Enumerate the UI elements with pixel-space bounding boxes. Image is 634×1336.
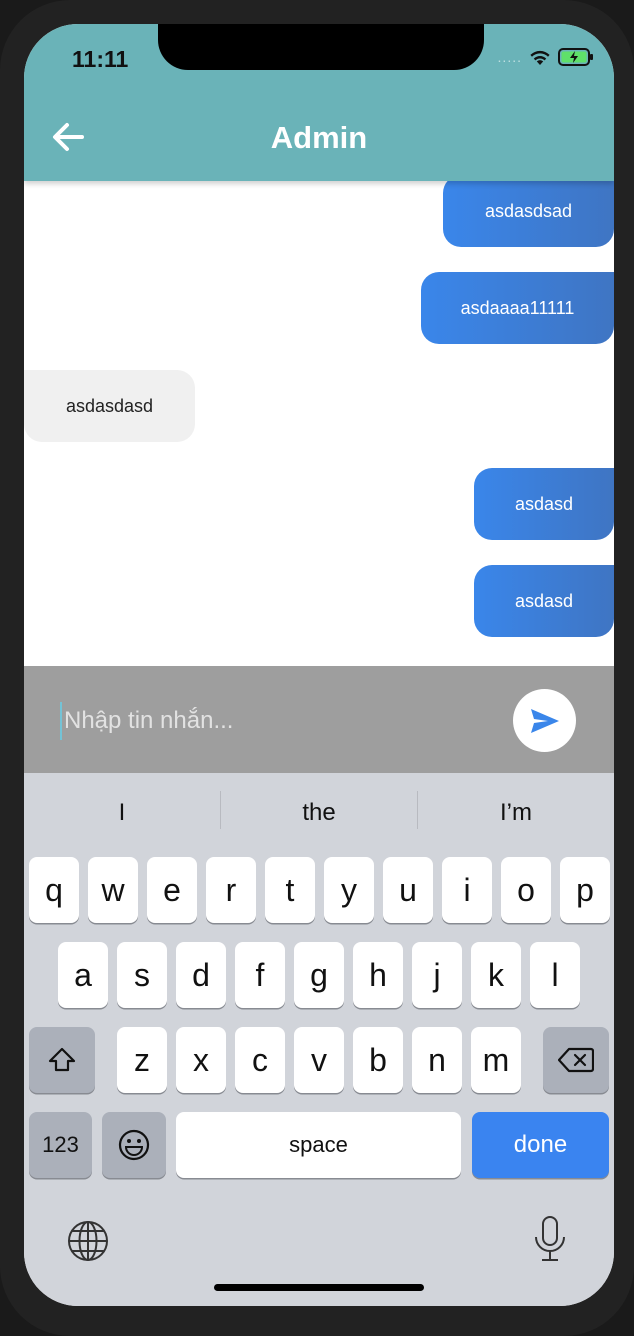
suggestion-item[interactable]: I	[24, 791, 220, 831]
key-j[interactable]: j	[412, 942, 462, 1008]
key-n[interactable]: n	[412, 1027, 462, 1093]
key-h[interactable]: h	[353, 942, 403, 1008]
wifi-icon	[530, 50, 550, 65]
globe-button[interactable]	[66, 1219, 110, 1268]
shift-key[interactable]	[29, 1027, 95, 1093]
key-l[interactable]: l	[530, 942, 580, 1008]
key-m[interactable]: m	[471, 1027, 521, 1093]
suggestion-item[interactable]: the	[221, 791, 417, 831]
key-a[interactable]: a	[58, 942, 108, 1008]
key-i[interactable]: i	[442, 857, 492, 923]
numbers-key[interactable]: 123	[29, 1112, 92, 1178]
space-key[interactable]: space	[176, 1112, 461, 1178]
microphone-button[interactable]	[530, 1213, 570, 1270]
suggestion-bar: I the I’m	[24, 791, 614, 831]
key-d[interactable]: d	[176, 942, 226, 1008]
message-list: asdasdsad asdaaaa11111 asdasdasd asdasd …	[24, 181, 614, 666]
status-time: 11:11	[72, 46, 129, 72]
key-x[interactable]: x	[176, 1027, 226, 1093]
message-bubble-sent[interactable]: asdaaaa11111	[421, 272, 614, 344]
status-icons: .....	[498, 48, 594, 66]
key-k[interactable]: k	[471, 942, 521, 1008]
shift-icon	[48, 1047, 76, 1072]
notch	[158, 24, 484, 70]
key-u[interactable]: u	[383, 857, 433, 923]
message-bubble-sent[interactable]: asdasd	[474, 565, 614, 637]
key-c[interactable]: c	[235, 1027, 285, 1093]
key-o[interactable]: o	[501, 857, 551, 923]
message-bubble-received[interactable]: asdasdasd	[24, 370, 195, 442]
suggestion-item[interactable]: I’m	[418, 791, 614, 831]
emoji-key[interactable]	[102, 1112, 166, 1178]
key-s[interactable]: s	[117, 942, 167, 1008]
globe-icon	[68, 1221, 108, 1261]
microphone-icon	[535, 1216, 565, 1261]
send-button[interactable]	[513, 689, 576, 752]
phone-frame: 11:11 ..... Admin asdasdsad asdaaaa11111…	[0, 0, 634, 1336]
key-r[interactable]: r	[206, 857, 256, 923]
key-p[interactable]: p	[560, 857, 610, 923]
home-indicator	[214, 1284, 424, 1291]
emoji-icon	[118, 1129, 150, 1161]
screen: 11:11 ..... Admin asdasdsad asdaaaa11111…	[24, 24, 614, 1306]
message-bubble-sent[interactable]: asdasd	[474, 468, 614, 540]
key-b[interactable]: b	[353, 1027, 403, 1093]
key-v[interactable]: v	[294, 1027, 344, 1093]
message-input[interactable]	[60, 702, 486, 740]
backspace-key[interactable]	[543, 1027, 609, 1093]
keyboard: I the I’m q w e r t y u i o p a s d f g …	[24, 773, 614, 1306]
key-e[interactable]: e	[147, 857, 197, 923]
key-g[interactable]: g	[294, 942, 344, 1008]
page-title: Admin	[270, 120, 368, 155]
message-composer	[24, 666, 614, 773]
key-z[interactable]: z	[117, 1027, 167, 1093]
key-q[interactable]: q	[29, 857, 79, 923]
send-icon	[530, 708, 559, 733]
backspace-icon	[558, 1047, 594, 1073]
key-w[interactable]: w	[88, 857, 138, 923]
key-f[interactable]: f	[235, 942, 285, 1008]
done-key[interactable]: done	[472, 1112, 609, 1178]
signal-dots: .....	[497, 49, 522, 65]
battery-charging-icon	[558, 48, 593, 66]
key-t[interactable]: t	[265, 857, 315, 923]
message-bubble-sent[interactable]: asdasdsad	[443, 181, 614, 247]
key-y[interactable]: y	[324, 857, 374, 923]
